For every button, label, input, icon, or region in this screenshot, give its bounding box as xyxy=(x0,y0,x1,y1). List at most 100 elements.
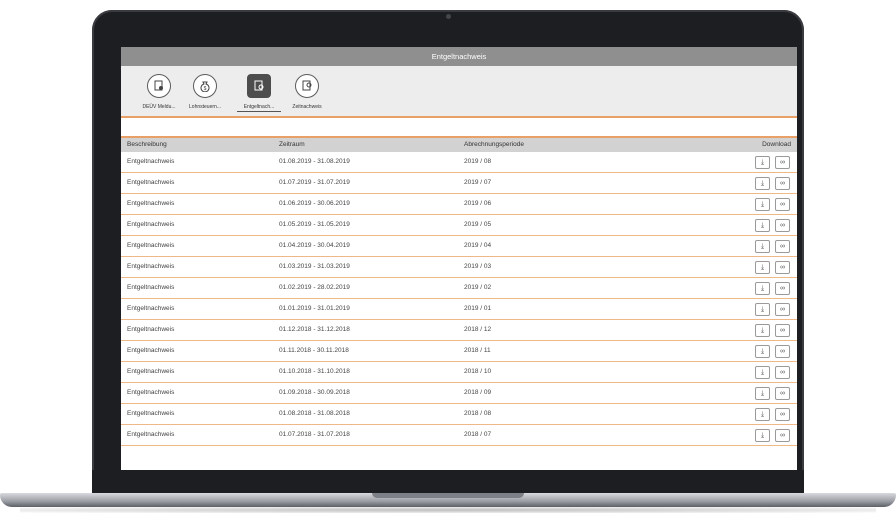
cell-beschreibung: Entgeltnachweis xyxy=(127,368,175,375)
view-button[interactable]: ∞ xyxy=(775,240,790,253)
cell-zeitraum: 01.03.2019 - 31.03.2019 xyxy=(279,263,350,270)
download-button[interactable]: ⤓ xyxy=(755,303,770,316)
cell-beschreibung: Entgeltnachweis xyxy=(127,305,175,312)
binoculars-icon: ∞ xyxy=(780,411,785,418)
table-body: Entgeltnachweis 01.08.2019 - 31.08.2019 20… xyxy=(121,152,797,446)
cell-zeitraum: 01.12.2018 - 31.12.2018 xyxy=(279,326,350,333)
download-icon: ⤓ xyxy=(760,222,765,229)
table-row[interactable]: Entgeltnachweis 01.08.2018 - 31.08.2018 20… xyxy=(121,404,797,425)
cell-zeitraum: 01.08.2018 - 31.08.2018 xyxy=(279,410,350,417)
cell-abrechnungsperiode: 2019 / 04 xyxy=(464,242,492,249)
view-button[interactable]: ∞ xyxy=(775,429,790,442)
binoculars-icon: ∞ xyxy=(780,348,785,355)
toolbar-item-entgeltnachweis[interactable]: Entgeltnach... xyxy=(237,74,281,112)
cell-abrechnungsperiode: 2019 / 08 xyxy=(464,158,492,165)
view-button[interactable]: ∞ xyxy=(775,177,790,190)
view-button[interactable]: ∞ xyxy=(775,408,790,421)
download-icon: ⤓ xyxy=(760,369,765,376)
table-row[interactable]: Entgeltnachweis 01.09.2018 - 30.09.2018 20… xyxy=(121,383,797,404)
money-bag-icon: $ xyxy=(193,74,217,98)
toolbar-item-deuev[interactable]: DEÜV Meldu... xyxy=(137,74,181,110)
table-row[interactable]: Entgeltnachweis 01.01.2019 - 31.01.2019 20… xyxy=(121,299,797,320)
cell-abrechnungsperiode: 2019 / 07 xyxy=(464,179,492,186)
header-beschreibung[interactable]: Beschreibung xyxy=(127,138,167,152)
view-button[interactable]: ∞ xyxy=(775,198,790,211)
cell-beschreibung: Entgeltnachweis xyxy=(127,200,175,207)
cell-beschreibung: Entgeltnachweis xyxy=(127,158,175,165)
binoculars-icon: ∞ xyxy=(780,159,785,166)
download-button[interactable]: ⤓ xyxy=(755,156,770,169)
table-row[interactable]: Entgeltnachweis 01.06.2019 - 30.06.2019 20… xyxy=(121,194,797,215)
cell-zeitraum: 01.09.2018 - 30.09.2018 xyxy=(279,389,350,396)
download-button[interactable]: ⤓ xyxy=(755,261,770,274)
cell-zeitraum: 01.06.2019 - 30.06.2019 xyxy=(279,200,350,207)
svg-text:$: $ xyxy=(204,86,207,92)
cell-abrechnungsperiode: 2019 / 01 xyxy=(464,305,492,312)
download-button[interactable]: ⤓ xyxy=(755,429,770,442)
table-row[interactable]: Entgeltnachweis 01.10.2018 - 31.10.2018 20… xyxy=(121,362,797,383)
cell-zeitraum: 01.02.2019 - 28.02.2019 xyxy=(279,284,350,291)
view-button[interactable]: ∞ xyxy=(775,366,790,379)
view-button[interactable]: ∞ xyxy=(775,156,790,169)
binoculars-icon: ∞ xyxy=(780,264,785,271)
toolbar: DEÜV Meldu... $ Lohnsteuern... Entgeltna… xyxy=(121,66,797,118)
download-button[interactable]: ⤓ xyxy=(755,387,770,400)
download-button[interactable]: ⤓ xyxy=(755,366,770,379)
binoculars-icon: ∞ xyxy=(780,222,785,229)
download-icon: ⤓ xyxy=(760,201,765,208)
table-row[interactable]: Entgeltnachweis 01.02.2019 - 28.02.2019 20… xyxy=(121,278,797,299)
cell-abrechnungsperiode: 2018 / 12 xyxy=(464,326,492,333)
cell-abrechnungsperiode: 2018 / 11 xyxy=(464,347,491,354)
header-zeitraum[interactable]: Zeitraum xyxy=(279,138,305,152)
binoculars-icon: ∞ xyxy=(780,285,785,292)
cell-zeitraum: 01.10.2018 - 31.10.2018 xyxy=(279,368,350,375)
toolbar-item-lohnsteuer[interactable]: $ Lohnsteuern... xyxy=(183,74,227,110)
view-button[interactable]: ∞ xyxy=(775,282,790,295)
cell-beschreibung: Entgeltnachweis xyxy=(127,410,175,417)
view-button[interactable]: ∞ xyxy=(775,261,790,274)
download-icon: ⤓ xyxy=(760,243,765,250)
cell-abrechnungsperiode: 2019 / 06 xyxy=(464,200,492,207)
table-row[interactable]: Entgeltnachweis 01.07.2018 - 31.07.2018 20… xyxy=(121,425,797,446)
binoculars-icon: ∞ xyxy=(780,369,785,376)
header-download: Download xyxy=(762,141,791,148)
app-title: Entgeltnachweis xyxy=(431,52,487,61)
table-row[interactable]: Entgeltnachweis 01.04.2019 - 30.04.2019 20… xyxy=(121,236,797,257)
view-button[interactable]: ∞ xyxy=(775,345,790,358)
download-icon: ⤓ xyxy=(760,411,765,418)
download-button[interactable]: ⤓ xyxy=(755,324,770,337)
toolbar-item-label: Entgeltnach... xyxy=(237,104,281,112)
download-button[interactable]: ⤓ xyxy=(755,198,770,211)
table-row[interactable]: Entgeltnachweis 01.07.2019 - 31.07.2019 20… xyxy=(121,173,797,194)
download-button[interactable]: ⤓ xyxy=(755,240,770,253)
download-button[interactable]: ⤓ xyxy=(755,282,770,295)
download-button[interactable]: ⤓ xyxy=(755,219,770,232)
table-row[interactable]: Entgeltnachweis 01.08.2019 - 31.08.2019 20… xyxy=(121,152,797,173)
view-button[interactable]: ∞ xyxy=(775,219,790,232)
download-button[interactable]: ⤓ xyxy=(755,408,770,421)
cell-beschreibung: Entgeltnachweis xyxy=(127,431,175,438)
view-button[interactable]: ∞ xyxy=(775,303,790,316)
cell-zeitraum: 01.07.2019 - 31.07.2019 xyxy=(279,179,350,186)
table-row[interactable]: Entgeltnachweis 01.12.2018 - 31.12.2018 20… xyxy=(121,320,797,341)
download-button[interactable]: ⤓ xyxy=(755,345,770,358)
download-icon: ⤓ xyxy=(760,390,765,397)
table-row[interactable]: Entgeltnachweis 01.05.2019 - 31.05.2019 20… xyxy=(121,215,797,236)
laptop-bezel-bottom xyxy=(92,470,804,495)
header-abrechnungsperiode[interactable]: Abrechnungsperiode xyxy=(464,138,524,152)
download-button[interactable]: ⤓ xyxy=(755,177,770,190)
cell-zeitraum: 01.08.2019 - 31.08.2019 xyxy=(279,158,350,165)
toolbar-item-zeitnachweis[interactable]: Zeitnachweis xyxy=(285,74,329,110)
document-search-icon xyxy=(247,74,271,98)
table-row[interactable]: Entgeltnachweis 01.11.2018 - 30.11.2018 20… xyxy=(121,341,797,362)
toolbar-spacer xyxy=(121,118,797,138)
cell-abrechnungsperiode: 2018 / 09 xyxy=(464,389,492,396)
cell-beschreibung: Entgeltnachweis xyxy=(127,284,175,291)
binoculars-icon: ∞ xyxy=(780,432,785,439)
app-title-bar: Entgeltnachweis xyxy=(121,47,797,66)
download-icon: ⤓ xyxy=(760,159,765,166)
view-button[interactable]: ∞ xyxy=(775,387,790,400)
table-row[interactable]: Entgeltnachweis 01.03.2019 - 31.03.2019 20… xyxy=(121,257,797,278)
camera-icon xyxy=(446,14,451,19)
view-button[interactable]: ∞ xyxy=(775,324,790,337)
